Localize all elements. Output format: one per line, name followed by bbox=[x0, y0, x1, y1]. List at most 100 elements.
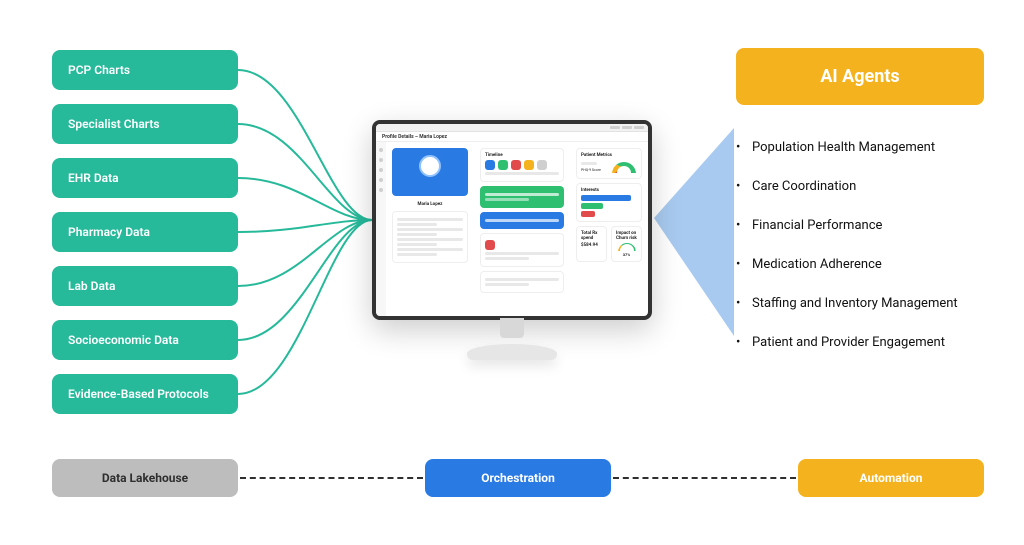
rx-spend-title: Total Rx spend bbox=[581, 231, 602, 241]
ai-agent-item: Financial Performance bbox=[736, 206, 984, 245]
source-socioeconomic-data: Socioeconomic Data bbox=[52, 320, 238, 360]
gauge-icon bbox=[612, 162, 636, 174]
ai-agents-header: AI Agents bbox=[736, 48, 984, 105]
info-line bbox=[397, 243, 437, 246]
event-line bbox=[485, 219, 559, 222]
screen-mid-col: Timeline bbox=[474, 142, 570, 316]
ai-agent-label: Financial Performance bbox=[752, 218, 882, 233]
nav-icon bbox=[379, 148, 383, 152]
event-line bbox=[485, 198, 529, 201]
pill-data-lakehouse: Data Lakehouse bbox=[52, 459, 238, 497]
pill-label: Data Lakehouse bbox=[102, 471, 188, 485]
info-line bbox=[397, 218, 463, 221]
teal-connectors bbox=[238, 70, 372, 394]
monitor-bezel: Profile Details – Maria Lopez Maria Lope… bbox=[372, 120, 652, 320]
timeline-card: Timeline bbox=[480, 148, 564, 182]
source-label: EHR Data bbox=[68, 171, 119, 185]
screen-header: Profile Details – Maria Lopez bbox=[376, 132, 648, 142]
pill-label: Automation bbox=[860, 471, 923, 485]
event-badge bbox=[498, 160, 508, 170]
app-screen: Profile Details – Maria Lopez Maria Lope… bbox=[376, 124, 648, 316]
info-line bbox=[397, 228, 463, 231]
info-line bbox=[397, 223, 437, 226]
data-sources-column: PCP Charts Specialist Charts EHR Data Ph… bbox=[52, 50, 238, 414]
window-btn bbox=[622, 126, 632, 129]
timeline-event-green bbox=[480, 186, 564, 208]
metric-gauge-box bbox=[611, 160, 637, 174]
nav-icon bbox=[379, 178, 383, 182]
source-specialist-charts: Specialist Charts bbox=[52, 104, 238, 144]
monitor-mockup: Profile Details – Maria Lopez Maria Lope… bbox=[372, 120, 652, 360]
phq-label: PHQ-9 Score bbox=[581, 168, 601, 172]
ai-agent-item: Population Health Management bbox=[736, 128, 984, 167]
source-pharmacy-data: Pharmacy Data bbox=[52, 212, 238, 252]
screen-body: Maria Lopez Timeline bbox=[376, 142, 648, 316]
timeline-badges bbox=[485, 160, 559, 170]
ai-agent-item: Care Coordination bbox=[736, 167, 984, 206]
info-line bbox=[397, 248, 463, 251]
event-line bbox=[485, 252, 559, 255]
timeline-title: Timeline bbox=[485, 153, 559, 158]
nav-icon bbox=[379, 188, 383, 192]
source-label: PCP Charts bbox=[68, 63, 130, 77]
interests-card: Interests bbox=[576, 183, 642, 222]
event-badge bbox=[485, 240, 495, 250]
pill-label: Orchestration bbox=[481, 471, 555, 485]
event-badge bbox=[511, 160, 521, 170]
screen-nav bbox=[376, 142, 386, 316]
ai-agent-label: Medication Adherence bbox=[752, 257, 882, 272]
gauge-icon bbox=[618, 243, 636, 252]
dashed-connector bbox=[240, 477, 423, 479]
timeline-line bbox=[485, 172, 559, 175]
source-label: Lab Data bbox=[68, 279, 115, 293]
timeline-event bbox=[480, 233, 564, 267]
churn-card: Impact on Churn risk 37% bbox=[611, 226, 642, 262]
ai-agent-item: Patient and Provider Engagement bbox=[736, 323, 984, 362]
metric-stat: PHQ-9 Score bbox=[581, 160, 607, 174]
interest-bar bbox=[581, 211, 595, 217]
screen-left-col: Maria Lopez bbox=[386, 142, 474, 316]
patient-avatar-card bbox=[392, 148, 468, 196]
source-pcp-charts: PCP Charts bbox=[52, 50, 238, 90]
source-label: Specialist Charts bbox=[68, 117, 160, 131]
interests-title: Interests bbox=[581, 188, 637, 193]
source-lab-data: Lab Data bbox=[52, 266, 238, 306]
info-line bbox=[397, 233, 437, 236]
monitor-stand bbox=[467, 318, 557, 360]
event-line bbox=[485, 278, 559, 281]
timeline-event bbox=[480, 271, 564, 293]
window-chrome bbox=[376, 124, 648, 132]
churn-title: Impact on Churn risk bbox=[616, 231, 637, 241]
screen-right-col: Patient Metrics PHQ-9 Score In bbox=[570, 142, 648, 316]
churn-value: 37% bbox=[616, 252, 637, 257]
avatar-icon bbox=[419, 155, 441, 177]
timeline-event-blue bbox=[480, 212, 564, 229]
source-label: Evidence-Based Protocols bbox=[68, 387, 209, 401]
rx-spend-value: $584.94 bbox=[581, 243, 602, 248]
bottom-row: Data Lakehouse Orchestration Automation bbox=[52, 459, 984, 497]
triangle-connector bbox=[654, 128, 734, 336]
ai-agent-item: Medication Adherence bbox=[736, 245, 984, 284]
window-btn bbox=[634, 126, 644, 129]
source-ehr-data: EHR Data bbox=[52, 158, 238, 198]
patient-name: Maria Lopez bbox=[392, 202, 468, 207]
source-evidence-protocols: Evidence-Based Protocols bbox=[52, 374, 238, 414]
patient-info-card bbox=[392, 211, 468, 263]
event-badge bbox=[524, 160, 534, 170]
ai-agent-label: Care Coordination bbox=[752, 179, 856, 194]
ai-agent-label: Staffing and Inventory Management bbox=[752, 296, 958, 311]
ai-agents-title: AI Agents bbox=[820, 66, 899, 87]
source-label: Pharmacy Data bbox=[68, 225, 150, 239]
ai-agents-list: Population Health Management Care Coordi… bbox=[736, 128, 984, 362]
profile-title: Profile Details – Maria Lopez bbox=[382, 134, 447, 140]
pill-automation: Automation bbox=[798, 459, 984, 497]
event-badge bbox=[537, 160, 547, 170]
metrics-card: Patient Metrics PHQ-9 Score bbox=[576, 148, 642, 179]
nav-icon bbox=[379, 158, 383, 162]
info-line bbox=[397, 253, 437, 256]
source-label: Socioeconomic Data bbox=[68, 333, 179, 347]
event-line bbox=[485, 257, 529, 260]
ai-agent-label: Patient and Provider Engagement bbox=[752, 335, 945, 350]
ai-agent-label: Population Health Management bbox=[752, 140, 935, 155]
window-btn bbox=[610, 126, 620, 129]
